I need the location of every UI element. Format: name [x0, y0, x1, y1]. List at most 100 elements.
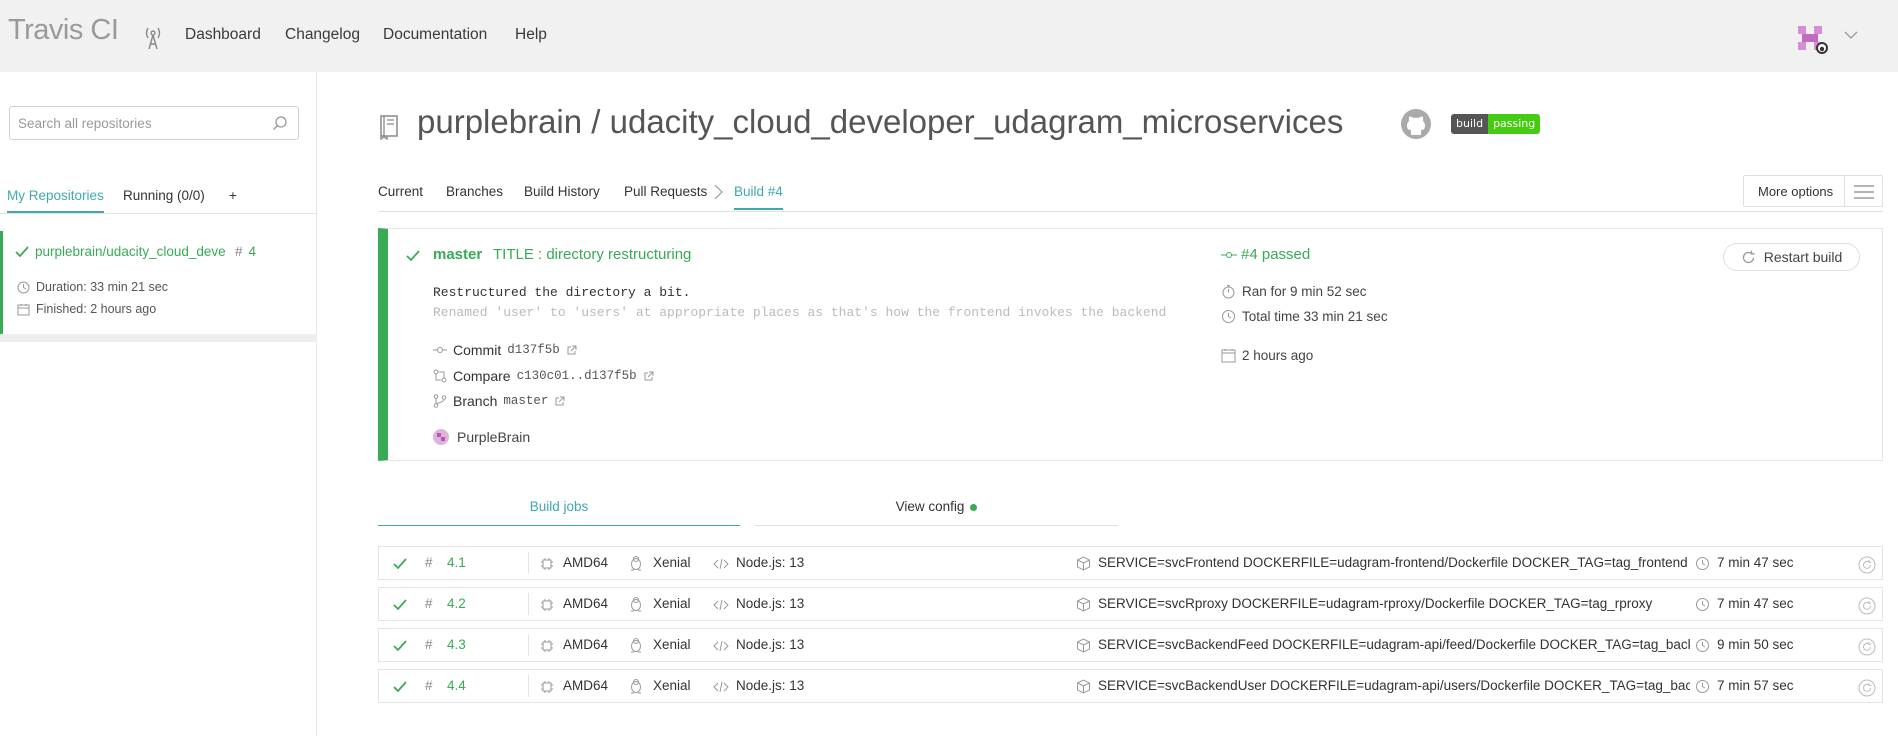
badge-label: build [1451, 114, 1489, 134]
tab-my-repositories[interactable]: My Repositories [7, 188, 104, 213]
tab-view-config[interactable]: View config [755, 493, 1118, 526]
commit-message-line: Renamed 'user' to 'users' at appropriate… [433, 305, 1167, 320]
build-date-text: 2 hours ago [1242, 348, 1314, 363]
sidebar: My Repositories Running (0/0) + purplebr… [0, 72, 317, 736]
tab-build-4[interactable]: Build #4 [734, 184, 783, 210]
job-row[interactable]: #4.3 AMD64 Xenial Node.js: 13 SERVICE=svcBac… [378, 628, 1883, 662]
restart-job-icon[interactable] [1858, 679, 1876, 697]
divider [528, 552, 529, 574]
tab-current[interactable]: Current [378, 184, 423, 199]
divider [528, 675, 529, 697]
commit-label: Commit [453, 342, 502, 358]
nav-changelog[interactable]: Changelog [285, 26, 360, 44]
job-language: Node.js: 13 [736, 637, 805, 652]
job-tabs: Build jobs View config [378, 493, 1118, 526]
job-row[interactable]: #4.2 AMD64 Xenial Node.js: 13 SERVICE=svcRpr… [378, 587, 1883, 621]
build-status-badge[interactable]: build passing [1451, 114, 1541, 134]
repo-name-link[interactable]: purplebrain/udacity_cloud_developer_udag… [35, 244, 225, 259]
job-duration: 9 min 50 sec [1717, 637, 1794, 652]
code-icon [713, 640, 729, 652]
clock-icon [1222, 310, 1235, 323]
more-options-button[interactable]: More options [1743, 175, 1883, 207]
branch-row[interactable]: Branch master [433, 393, 565, 409]
clock-icon [17, 281, 30, 293]
check-icon [393, 599, 407, 611]
repo-card[interactable]: purplebrain/udacity_cloud_developer_udag… [0, 231, 317, 335]
job-duration: 7 min 57 sec [1717, 678, 1794, 693]
config-status-dot [970, 503, 978, 511]
job-arch: AMD64 [563, 596, 609, 611]
build-branch[interactable]: master [433, 246, 482, 263]
divider [1844, 176, 1845, 206]
check-icon [406, 250, 420, 262]
external-link-icon [567, 345, 577, 354]
build-number-text: 4 [248, 244, 257, 259]
calendar-icon [1221, 349, 1236, 363]
nav-documentation[interactable]: Documentation [383, 26, 487, 44]
job-os: Xenial [653, 555, 691, 570]
tab-pull-requests[interactable]: Pull Requests [624, 184, 707, 199]
search-input[interactable] [10, 107, 250, 139]
restart-job-icon[interactable] [1858, 597, 1876, 615]
finished-text: Finished: 2 hours ago [36, 302, 157, 316]
commit-row[interactable]: Commit d137f5b [433, 342, 577, 358]
cpu-icon [541, 558, 553, 570]
restart-build-button[interactable]: Restart build [1723, 243, 1860, 271]
commit-hash: d137f5b [507, 343, 560, 357]
package-icon [1077, 556, 1090, 571]
nav-dashboard[interactable]: Dashboard [185, 26, 261, 44]
job-row[interactable]: #4.4 AMD64 Xenial Node.js: 13 SERVICE=svcBac… [378, 669, 1883, 703]
external-link-icon [644, 371, 654, 380]
github-icon[interactable] [1400, 108, 1432, 140]
add-repository-button[interactable]: + [229, 188, 237, 203]
travis-ci-logo[interactable]: Travis CI [8, 14, 119, 47]
nav-help[interactable]: Help [515, 26, 547, 44]
commit-icon [1221, 251, 1237, 258]
build-status-text: #4 passed [1241, 246, 1311, 263]
build-date: 2 hours ago [1221, 348, 1313, 363]
code-icon [713, 599, 729, 611]
restart-job-icon[interactable] [1858, 556, 1876, 574]
job-duration: 7 min 47 sec [1717, 596, 1794, 611]
check-icon [15, 246, 29, 258]
author-name: PurpleBrain [457, 429, 531, 445]
view-config-label: View config [895, 499, 965, 514]
check-icon [393, 558, 407, 570]
restart-build-label: Restart build [1763, 249, 1843, 265]
branch-icon [433, 394, 447, 408]
build-commit-title[interactable]: TITLE : directory restructuring [493, 246, 691, 263]
compare-range: c130c01..d137f5b [516, 369, 637, 383]
job-number[interactable]: 4.4 [447, 678, 466, 693]
repo-duration: Duration: 33 min 21 sec [17, 280, 168, 294]
user-avatar[interactable] [1798, 24, 1828, 54]
stopwatch-icon [1222, 285, 1235, 299]
search-icon[interactable] [272, 115, 288, 131]
job-env: SERVICE=svcBackendUser DOCKERFILE=udagra… [1098, 678, 1690, 693]
branch-value: master [503, 394, 549, 408]
job-env: SERVICE=svcRproxy DOCKERFILE=udagram-rpr… [1098, 596, 1653, 611]
tab-running[interactable]: Running (0/0) [123, 188, 205, 203]
duration-text: Duration: 33 min 21 sec [36, 280, 169, 294]
chevron-right-icon [714, 184, 723, 200]
clock-icon [1696, 557, 1709, 570]
restart-job-icon[interactable] [1858, 638, 1876, 656]
repo-tabs: Current Branches Build History Pull Requ… [378, 182, 1883, 212]
job-number[interactable]: 4.3 [447, 637, 466, 652]
divider [528, 593, 529, 615]
compare-row[interactable]: Compare c130c01..d137f5b [433, 368, 654, 384]
job-row[interactable]: #4.1 AMD64 Xenial Node.js: 13 SERVICE=svcFro… [378, 546, 1883, 580]
build-status[interactable]: #4 passed [1221, 246, 1310, 263]
tab-build-history[interactable]: Build History [524, 184, 600, 199]
package-icon [1077, 679, 1090, 694]
total-time-text: Total time 33 min 21 sec [1242, 309, 1388, 324]
tab-build-jobs[interactable]: Build jobs [378, 493, 740, 526]
tab-branches[interactable]: Branches [446, 184, 503, 199]
antenna-icon[interactable] [143, 24, 163, 50]
job-os: Xenial [653, 678, 691, 693]
job-number[interactable]: 4.2 [447, 596, 466, 611]
chevron-down-icon[interactable] [1844, 30, 1858, 40]
job-arch: AMD64 [563, 678, 609, 693]
hash-icon: # [425, 555, 433, 570]
repo-build-number[interactable]: #4 [235, 244, 256, 259]
job-number[interactable]: 4.1 [447, 555, 466, 570]
